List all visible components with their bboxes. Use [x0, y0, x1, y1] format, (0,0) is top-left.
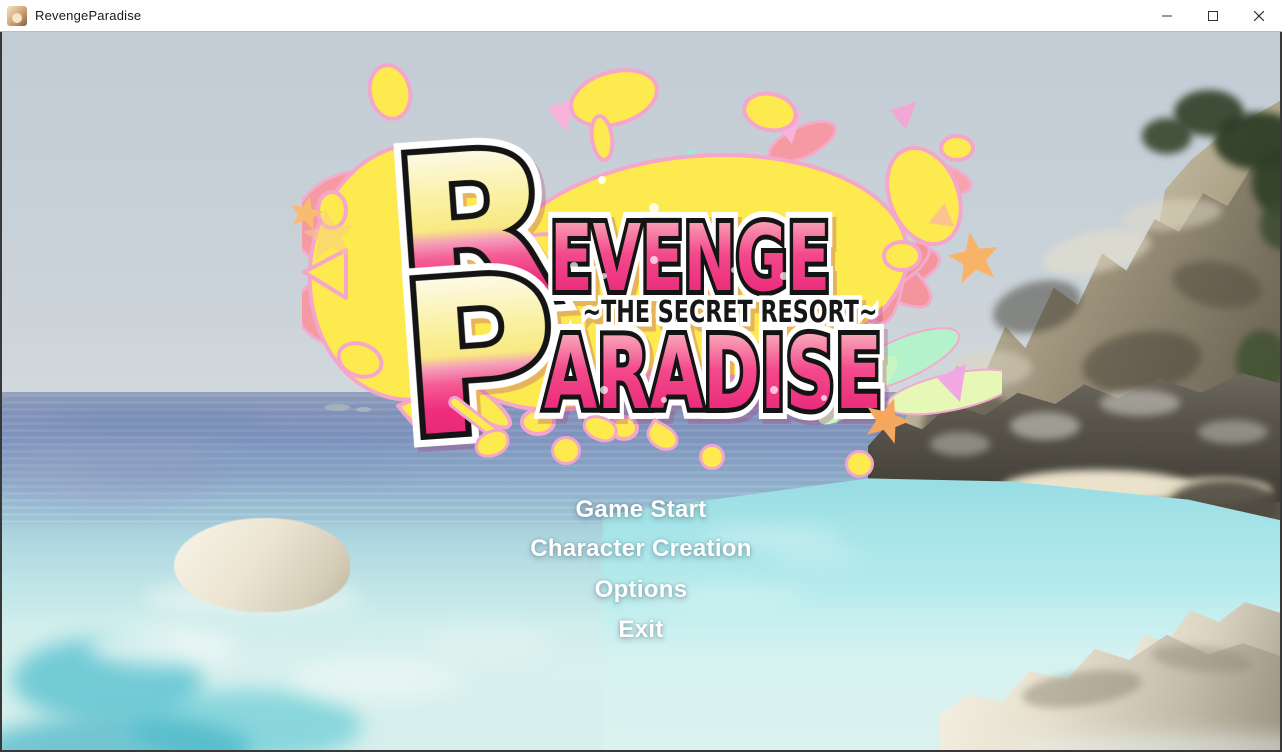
- app-window: RevengeParadise: [0, 0, 1282, 752]
- close-button[interactable]: [1236, 0, 1282, 32]
- maximize-icon: [1208, 11, 1218, 21]
- menu-item-character-creation[interactable]: Character Creation: [2, 535, 1280, 563]
- close-icon: [1254, 11, 1264, 21]
- window-title: RevengeParadise: [35, 8, 141, 23]
- title-bar[interactable]: RevengeParadise: [0, 0, 1282, 32]
- menu-item-options[interactable]: Options: [2, 576, 1280, 604]
- game-viewport: R R EVENGE EVENGE ~THE SECRET RESORT~ ~T…: [0, 32, 1282, 752]
- menu-item-exit[interactable]: Exit: [2, 616, 1280, 644]
- app-icon: [7, 6, 27, 26]
- window-controls: [1144, 0, 1282, 32]
- main-menu: Game Start Character Creation Options Ex…: [2, 32, 1280, 750]
- maximize-button[interactable]: [1190, 0, 1236, 32]
- minimize-icon: [1162, 11, 1172, 21]
- menu-item-game-start[interactable]: Game Start: [2, 496, 1280, 524]
- minimize-button[interactable]: [1144, 0, 1190, 32]
